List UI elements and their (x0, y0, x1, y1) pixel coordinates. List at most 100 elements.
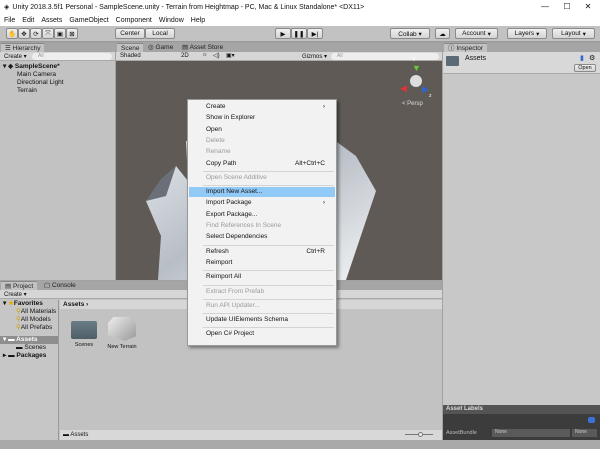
favorite-all-materials[interactable]: ⚲All Materials (0, 308, 58, 316)
menu-item-create[interactable]: Create › (189, 102, 335, 112)
gizmos-dropdown[interactable]: Gizmos ▾ (302, 53, 327, 60)
icon-size-slider-handle[interactable] (418, 432, 423, 437)
layout-dropdown[interactable]: Layout ▾ (552, 28, 595, 39)
menu-item-export-package[interactable]: Export Package... (189, 210, 335, 220)
hierarchy-search-input[interactable]: All (32, 53, 112, 60)
grid-item-label: New Terrain (107, 344, 137, 350)
perspective-label[interactable]: < Persp (402, 101, 423, 107)
menu-item-import-new-asset[interactable]: Import New Asset... (189, 187, 335, 198)
effects-toggle-icon[interactable]: ▣▾ (226, 52, 235, 59)
menu-item-label: Refresh (206, 247, 229, 255)
hierarchy-item-main-camera[interactable]: Main Camera (3, 71, 112, 79)
tab-inspector[interactable]: ⓘ Inspector (444, 43, 488, 52)
menu-item-reimport-all[interactable]: Reimport All (189, 272, 335, 282)
variant-dropdown[interactable]: None (572, 429, 597, 437)
layers-dropdown[interactable]: Layers ▾ (507, 28, 547, 39)
gizmo-y-axis[interactable]: ▼ (412, 63, 421, 73)
scale-tool-icon[interactable]: ⤧ (42, 28, 54, 39)
scenes-folder-item[interactable]: ▬ Scenes (0, 344, 58, 352)
menu-item-label: Import New Asset... (206, 188, 263, 196)
tab-asset-store[interactable]: ▤ Asset Store (178, 43, 227, 52)
hand-tool-icon[interactable]: ✋ (6, 28, 18, 39)
grid-item-scenes[interactable]: Scenes (70, 319, 98, 348)
tab-hierarchy[interactable]: ☰ Hierarchy (1, 43, 45, 52)
audio-toggle-icon[interactable]: ◁) (213, 52, 220, 59)
folder-icon: ▬ (8, 352, 15, 359)
lighting-toggle-icon[interactable]: ☼ (202, 52, 208, 58)
menu-assets[interactable]: Assets (41, 17, 62, 24)
hierarchy-item-directional-light[interactable]: Directional Light (3, 79, 112, 87)
gizmo-x-axis[interactable]: ◀ (400, 83, 407, 94)
menu-item-label: Create (206, 103, 226, 110)
menu-item-reimport[interactable]: Reimport (189, 258, 335, 268)
hierarchy-item-terrain[interactable]: Terrain (3, 87, 112, 95)
labels-tag-icon[interactable] (588, 417, 595, 423)
scene-root-item[interactable]: ▾ ◈ SampleScene* (3, 63, 112, 71)
project-create-button[interactable]: Create ▾ (4, 291, 27, 298)
menu-item-import-package[interactable]: Import Package › (189, 198, 335, 208)
packages-folder-item[interactable]: ▸ ▬ Packages (0, 352, 58, 360)
menu-item-label: Reimport All (206, 273, 242, 281)
menu-item-select-dependencies[interactable]: Select Dependencies (189, 232, 335, 242)
gizmo-center[interactable] (410, 75, 422, 87)
gizmo-z-axis[interactable]: ▶ (422, 84, 429, 95)
menu-gameobject[interactable]: GameObject (69, 17, 108, 24)
rect-tool-icon[interactable]: ▣ (54, 28, 66, 39)
rotate-tool-icon[interactable]: ⟳ (30, 28, 42, 39)
menu-separator (203, 313, 334, 315)
favorites-item[interactable]: ▾ ★Favorites (0, 300, 58, 308)
fav-label: All Materials (20, 308, 57, 315)
pause-button[interactable]: ❚❚ (291, 28, 307, 39)
packages-label: Packages (16, 352, 47, 359)
menu-item-update-uielements-schema[interactable]: Update UIElements Schema (189, 315, 335, 325)
minimize-button[interactable]: — (535, 0, 555, 14)
hierarchy-create-button[interactable]: Create ▾ (4, 53, 27, 60)
play-button[interactable]: ▶ (275, 28, 291, 39)
step-button[interactable]: ▶| (307, 28, 323, 39)
close-button[interactable]: ✕ (578, 0, 598, 14)
account-dropdown[interactable]: Account ▾ (455, 28, 498, 39)
collab-button[interactable]: Collab ▾ (390, 28, 430, 39)
menu-item-show-in-explorer[interactable]: Show in Explorer (189, 113, 335, 123)
tab-game[interactable]: ◎ Game (144, 43, 177, 52)
menu-item-refresh[interactable]: Refresh Ctrl+R (189, 247, 335, 257)
maximize-button[interactable]: ☐ (557, 0, 577, 14)
menu-item-extract-from-prefab: Extract From Prefab (189, 287, 335, 297)
open-button[interactable]: Open (574, 64, 596, 72)
help-icon[interactable]: ▮ (580, 54, 584, 62)
2d-toggle[interactable]: 2D (181, 53, 189, 59)
menu-help[interactable]: Help (191, 17, 205, 24)
menu-item-open-c-project[interactable]: Open C# Project (189, 329, 335, 339)
scene-orientation-gizmo[interactable]: ▼ y ◀ ▶ z < Persp (398, 56, 434, 113)
menu-item-find-references-in-scene: Find References In Scene (189, 221, 335, 231)
menu-file[interactable]: File (4, 17, 15, 24)
menu-component[interactable]: Component (116, 17, 152, 24)
tab-scene[interactable]: Scene (117, 43, 144, 52)
toolbar: ✋ ✥ ⟳ ⤧ ▣ ⊠ Center Local ▶ ❚❚ ▶| Collab … (0, 26, 600, 42)
menu-edit[interactable]: Edit (22, 17, 34, 24)
scene-search-input[interactable]: All (331, 53, 439, 60)
move-tool-icon[interactable]: ✥ (18, 28, 30, 39)
context-menu: Create › Show in Explorer Open Delete Rename C… (187, 99, 337, 346)
assetbundle-dropdown[interactable]: None (492, 429, 570, 437)
tab-project[interactable]: ▤ Project (1, 281, 38, 290)
menu-window[interactable]: Window (159, 17, 184, 24)
transform-tool-icon[interactable]: ⊠ (66, 28, 78, 39)
menu-item-open[interactable]: Open (189, 125, 335, 135)
grid-item-new-terrain[interactable]: New Terrain (104, 317, 140, 350)
pivot-center-button[interactable]: Center (115, 28, 145, 39)
collab-label: Collab ▾ (398, 30, 422, 38)
tab-console[interactable]: ▢ Console (40, 281, 80, 290)
settings-gear-icon[interactable]: ⚙ (589, 54, 595, 62)
unity-logo-icon: ◈ (4, 4, 10, 11)
favorite-all-prefabs[interactable]: ⚲All Prefabs (0, 324, 58, 332)
shading-dropdown[interactable]: Shaded (120, 53, 178, 59)
cloud-icon[interactable]: ☁ (435, 28, 450, 39)
menu-item-label: Select Dependencies (206, 233, 268, 241)
pivot-local-button[interactable]: Local (145, 28, 175, 39)
folder-icon: ▬ (8, 336, 15, 343)
breadcrumb-assets[interactable]: Assets (63, 301, 84, 308)
favorite-all-models[interactable]: ⚲All Models (0, 316, 58, 324)
menu-item-copy-path[interactable]: Copy Path Alt+Ctrl+C (189, 159, 335, 169)
assets-folder-item[interactable]: ▾ ▬ Assets (0, 336, 58, 344)
